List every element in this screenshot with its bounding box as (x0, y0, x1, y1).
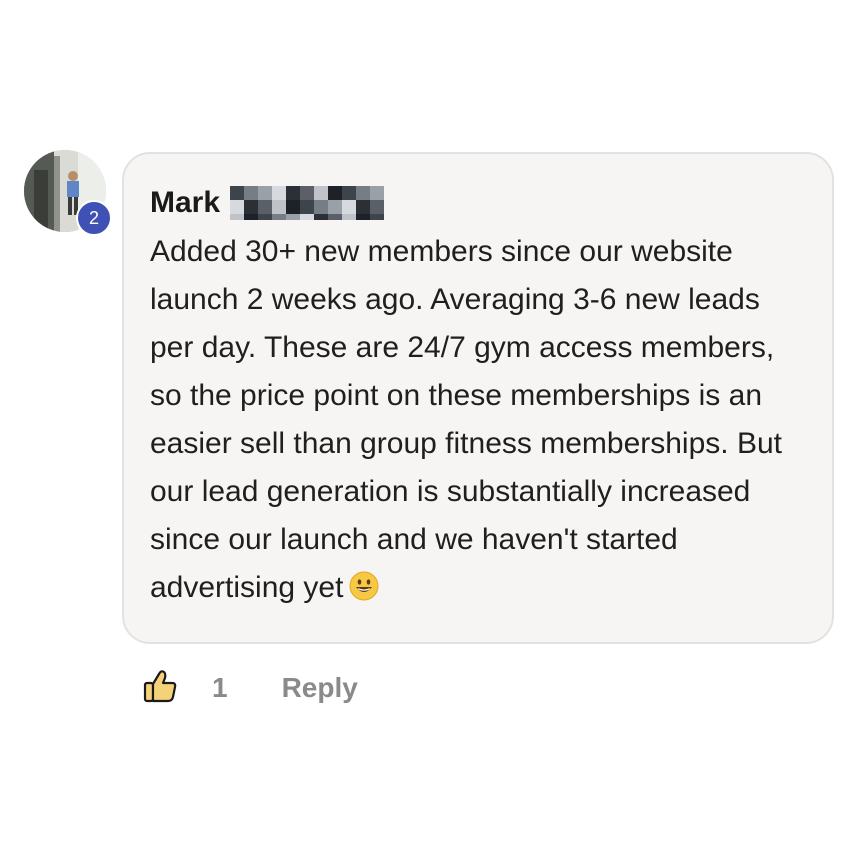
redaction-pixel (328, 186, 343, 200)
like-button[interactable] (140, 666, 180, 711)
reply-button[interactable]: Reply (282, 672, 358, 704)
redaction-pixel (356, 186, 371, 200)
redaction-pixel (314, 186, 329, 200)
redaction-pixel (300, 186, 315, 200)
redaction-pixel (272, 186, 287, 200)
redaction-pixel (356, 200, 371, 214)
redaction-pixel (258, 200, 273, 214)
redaction-pixel (286, 186, 301, 200)
redaction-pixel (286, 214, 301, 220)
redaction-pixel (230, 214, 245, 220)
author-name[interactable]: Mark (150, 186, 220, 220)
author-avatar-group[interactable]: 2 (24, 150, 112, 236)
grinning-face-icon (349, 568, 379, 616)
member-level-badge: 2 (76, 200, 112, 236)
redaction-pixel (370, 186, 385, 200)
comment-header: Mark (150, 182, 806, 224)
redaction-pixel (342, 214, 357, 220)
redaction-pixel (356, 214, 371, 220)
redaction-pixel (342, 200, 357, 214)
redaction-pixel (258, 214, 273, 220)
redaction-pixel (300, 214, 315, 220)
redaction-pixel (230, 186, 245, 200)
redaction-pixel (286, 200, 301, 214)
redaction-pixel (244, 214, 259, 220)
redaction-pixel (342, 186, 357, 200)
thumbs-up-icon (140, 666, 180, 711)
comment-actions: 1 Reply (140, 666, 358, 710)
comment-text: Added 30+ new members since our website … (150, 228, 810, 616)
redaction-pixel (370, 200, 385, 214)
redaction-pixel (230, 200, 245, 214)
redaction-pixel (328, 214, 343, 220)
redaction-pixel (244, 186, 259, 200)
redaction-pixel (314, 214, 329, 220)
comment-bubble: Mark Added 30+ new members since our web… (122, 152, 834, 644)
redaction-pixel (272, 214, 287, 220)
redaction-pixel (314, 200, 329, 214)
comment-body: Added 30+ new members since our website … (150, 235, 782, 604)
redaction-pixel (258, 186, 273, 200)
redaction-pixel (328, 200, 343, 214)
redaction-pixel (272, 200, 287, 214)
redaction-pixel (244, 200, 259, 214)
redaction-pixel (370, 214, 385, 220)
redacted-surname (230, 186, 396, 220)
redaction-pixel (300, 200, 315, 214)
like-count: 1 (212, 672, 228, 703)
